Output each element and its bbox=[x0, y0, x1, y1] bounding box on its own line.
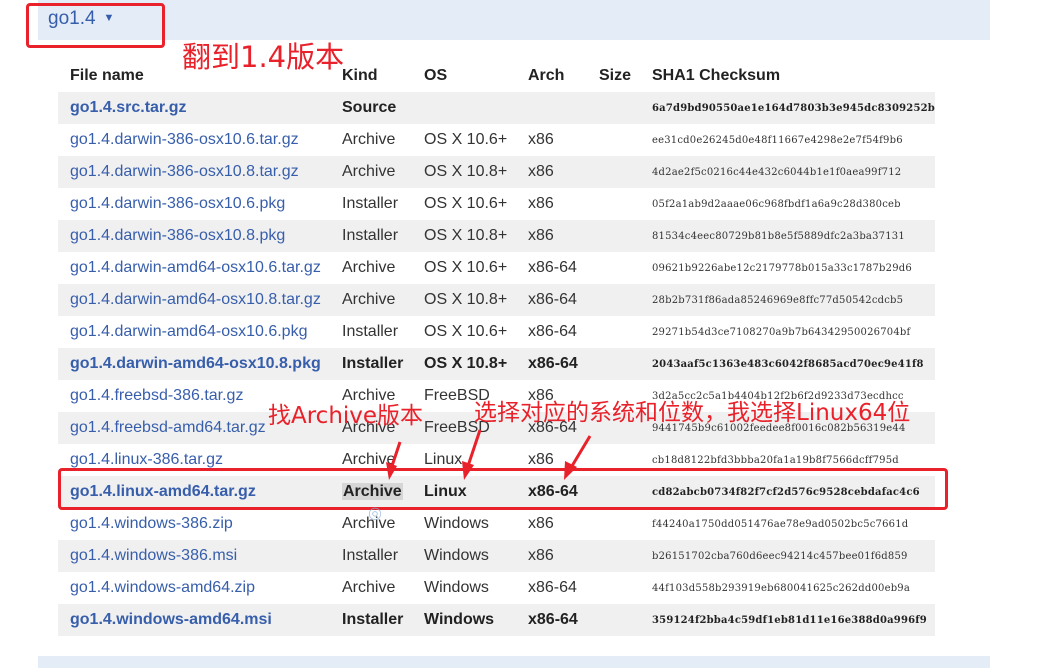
annotation-system-text: 选择对应的系统和位数，我选择Linux64位 bbox=[474, 400, 911, 426]
arrow-archive bbox=[390, 441, 402, 467]
arrowhead-archive bbox=[386, 462, 397, 480]
arrow-linux bbox=[466, 429, 482, 467]
arrowhead-arch bbox=[564, 461, 577, 480]
watermark-icon: ◎ bbox=[368, 505, 382, 522]
arrow-arch bbox=[570, 435, 592, 467]
annotation-archive-text: 找Archive版本 bbox=[268, 403, 424, 429]
arrowhead-linux bbox=[462, 461, 474, 480]
annotation-arrows bbox=[386, 429, 592, 480]
